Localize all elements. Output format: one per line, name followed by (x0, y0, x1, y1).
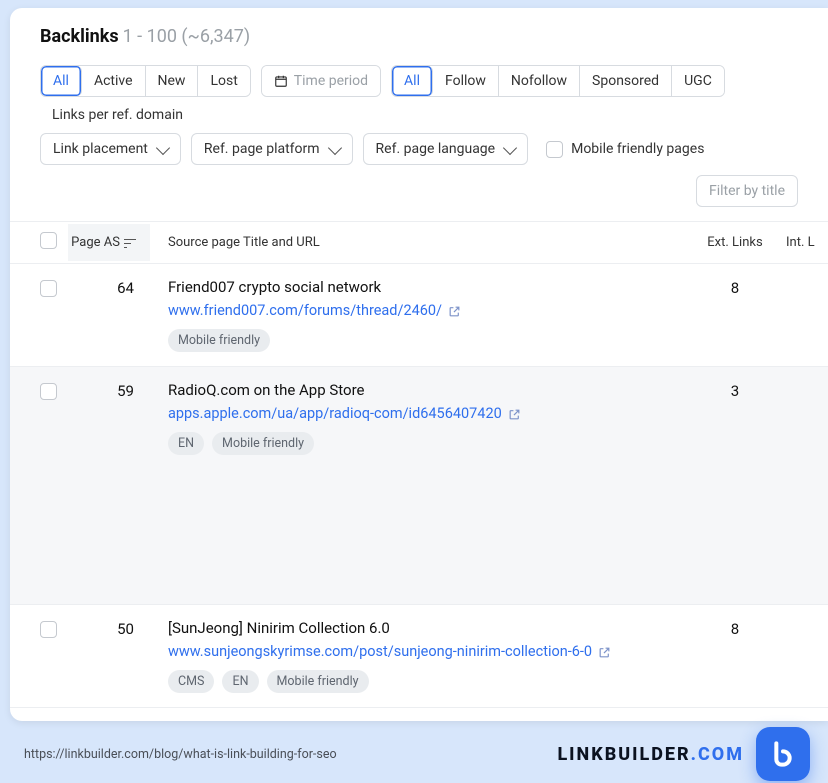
link-placement-dropdown[interactable]: Link placement (40, 133, 181, 165)
brand: LINKBUILDER.COM (557, 727, 810, 781)
col-source[interactable]: Source page Title and URL (150, 235, 690, 250)
page-as-value: 64 (68, 278, 150, 297)
external-link-icon (598, 646, 610, 658)
tag-list: Mobile friendly (168, 329, 690, 352)
ext-links-value: 8 (690, 619, 780, 638)
source-title: RadioQ.com on the App Store (168, 381, 690, 399)
panel-header: Backlinks1 - 100 (~6,347) (10, 8, 828, 59)
source-url-link[interactable]: www.friend007.com/forums/thread/2460/ (168, 302, 460, 319)
col-page-as[interactable]: Page AS (68, 224, 150, 261)
ref-page-language-dropdown[interactable]: Ref. page language (363, 133, 529, 165)
table-row: 59 RadioQ.com on the App Store apps.apple.… (10, 367, 828, 605)
brand-logo-icon (756, 727, 810, 781)
follow-ugc[interactable]: UGC (672, 66, 724, 96)
result-range: 1 - 100 (~6,347) (123, 26, 251, 47)
table-row: 39Radio TimiBanat™ - Timișo...www.radiot… (10, 708, 828, 721)
select-all-checkbox[interactable] (40, 232, 57, 249)
chevron-down-icon (327, 140, 341, 154)
page-as-value: 59 (68, 381, 150, 400)
mobile-friendly-toggle[interactable]: Mobile friendly pages (546, 141, 704, 158)
col-int-links[interactable]: Int. L (780, 235, 828, 250)
page-as-value: 50 (68, 619, 150, 638)
status-segment: All Active New Lost (40, 65, 251, 97)
brand-wordmark: LINKBUILDER.COM (557, 744, 744, 765)
status-active[interactable]: Active (82, 66, 146, 96)
tag: Mobile friendly (212, 432, 314, 455)
tag: EN (168, 432, 204, 455)
source-url-link[interactable]: www.sunjeongskyrimse.com/post/sunjeong-n… (168, 643, 610, 660)
page-title: Backlinks1 - 100 (~6,347) (40, 26, 798, 47)
follow-nofollow[interactable]: Nofollow (499, 66, 580, 96)
checkbox-icon (546, 141, 563, 158)
source-title: [SunJeong] Ninirim Collection 6.0 (168, 619, 690, 637)
backlinks-panel: Backlinks1 - 100 (~6,347) All Active New… (10, 8, 828, 721)
ext-links-value: 8 (690, 278, 780, 297)
calendar-icon (274, 74, 288, 88)
status-new[interactable]: New (146, 66, 199, 96)
ref-page-platform-dropdown[interactable]: Ref. page platform (191, 133, 353, 165)
page-footer: https://linkbuilder.com/blog/what-is-lin… (0, 725, 828, 783)
follow-segment: All Follow Nofollow Sponsored UGC (391, 65, 725, 97)
links-per-domain-label: Links per ref. domain (52, 107, 183, 123)
row-checkbox[interactable] (40, 383, 57, 400)
follow-sponsored[interactable]: Sponsored (580, 66, 672, 96)
follow-follow[interactable]: Follow (433, 66, 499, 96)
tag: Mobile friendly (267, 670, 369, 693)
filters-bar: All Active New Lost Time period All Foll… (10, 59, 828, 222)
row-checkbox[interactable] (40, 621, 57, 638)
tag: EN (222, 670, 258, 693)
tag: Mobile friendly (168, 329, 270, 352)
col-ext-links[interactable]: Ext. Links (690, 235, 780, 250)
source-title: Friend007 crypto social network (168, 278, 690, 296)
ext-links-value: 3 (690, 381, 780, 400)
source-url: https://linkbuilder.com/blog/what-is-lin… (24, 747, 337, 762)
row-checkbox[interactable] (40, 280, 57, 297)
source-url-link[interactable]: apps.apple.com/ua/app/radioq-com/id64564… (168, 405, 520, 422)
tag: CMS (168, 670, 214, 693)
status-all[interactable]: All (41, 66, 82, 96)
table-body: 64 Friend007 crypto social network www.fri… (10, 264, 828, 721)
table-header: Page AS Source page Title and URL Ext. L… (10, 222, 828, 264)
tag-list: CMS EN Mobile friendly (168, 670, 690, 693)
sort-desc-icon (124, 238, 136, 248)
chevron-down-icon (156, 140, 170, 154)
time-period-button[interactable]: Time period (261, 65, 381, 97)
filter-by-title-input[interactable]: Filter by title (696, 175, 798, 207)
external-link-icon (448, 305, 460, 317)
table-row: 64 Friend007 crypto social network www.fri… (10, 264, 828, 367)
table-row: 50 [SunJeong] Ninirim Collection 6.0 www.s… (10, 605, 828, 708)
follow-all[interactable]: All (392, 66, 433, 96)
external-link-icon (508, 408, 520, 420)
chevron-down-icon (503, 140, 517, 154)
status-lost[interactable]: Lost (198, 66, 249, 96)
tag-list: EN Mobile friendly (168, 432, 690, 455)
